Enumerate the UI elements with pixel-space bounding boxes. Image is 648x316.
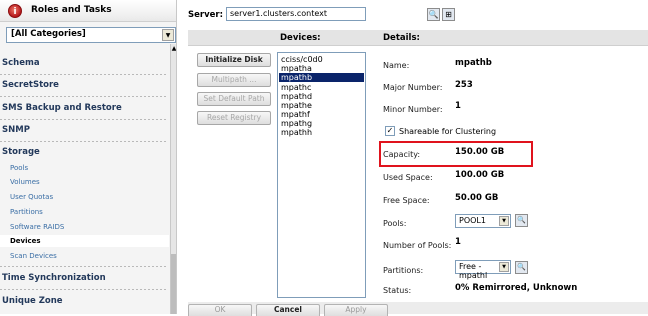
device-item[interactable]: cciss/c0d0	[281, 55, 323, 64]
device-item-selected[interactable]: mpathb	[279, 73, 364, 82]
pools-select[interactable]: POOL1 ▼	[455, 214, 511, 228]
search-icon[interactable]: 🔍	[515, 261, 528, 274]
nav-category-storage[interactable]: Storage	[0, 147, 170, 157]
nav-category-secretstore[interactable]: SecretStore	[0, 80, 170, 90]
used-space-value: 100.00 GB	[455, 170, 505, 180]
nav-divider	[0, 266, 168, 267]
nav-scrollbar[interactable]: ▲	[170, 44, 176, 314]
nav-category-sms[interactable]: SMS Backup and Restore	[0, 103, 170, 113]
nav-category-time-sync[interactable]: Time Synchronization	[0, 273, 170, 283]
nav-divider	[0, 119, 168, 120]
major-number-value: 253	[455, 80, 473, 90]
multipath-button[interactable]: Multipath ...	[197, 73, 271, 87]
device-item[interactable]: mpathe	[281, 101, 312, 110]
free-space-value: 50.00 GB	[455, 193, 499, 203]
pools-select-value: POOL1	[459, 216, 486, 225]
device-item[interactable]: mpathg	[281, 119, 312, 128]
device-item[interactable]: mpathd	[281, 92, 312, 101]
category-select-value: [All Categories]	[11, 29, 86, 39]
capacity-label: Capacity:	[383, 150, 421, 159]
pools-label: Pools:	[383, 219, 407, 228]
nav-item-scan-devices[interactable]: Scan Devices	[10, 252, 57, 260]
devices-list[interactable]: cciss/c0d0 mpatha mpathb mpathc mpathd m…	[277, 52, 366, 298]
server-input[interactable]: server1.clusters.context	[226, 7, 366, 21]
details-column-header: Details:	[383, 33, 420, 43]
initialize-disk-button[interactable]: Initialize Disk	[197, 53, 271, 67]
nav-category-unique-zone[interactable]: Unique Zone	[0, 296, 170, 306]
nav-item-software-raids[interactable]: Software RAIDS	[10, 223, 64, 231]
free-space-label: Free Space:	[383, 196, 430, 205]
roles-tasks-title: Roles and Tasks	[31, 5, 112, 15]
scroll-up-icon[interactable]: ▲	[171, 44, 176, 54]
nav-category-schema[interactable]: Schema	[0, 58, 170, 68]
name-label: Name:	[383, 61, 410, 70]
category-select[interactable]: [All Categories] ▼	[6, 27, 176, 43]
status-label: Status:	[383, 286, 412, 295]
search-icon[interactable]: 🔍	[515, 214, 528, 227]
shareable-checkbox[interactable]: ✓	[385, 126, 395, 136]
nav-item-devices[interactable]: Devices	[10, 237, 41, 245]
chevron-down-icon[interactable]: ▼	[162, 29, 174, 41]
nav-item-volumes[interactable]: Volumes	[10, 178, 40, 186]
number-of-pools-value: 1	[455, 237, 461, 247]
roles-tasks-panel: i Roles and Tasks [All Categories] ▼ Sch…	[0, 0, 177, 314]
major-number-label: Major Number:	[383, 83, 443, 92]
apply-button[interactable]: Apply	[324, 304, 388, 316]
minor-number-label: Minor Number:	[383, 105, 443, 114]
cancel-button[interactable]: Cancel	[256, 304, 320, 316]
partitions-label: Partitions:	[383, 266, 424, 275]
nav-item-partitions[interactable]: Partitions	[10, 208, 43, 216]
used-space-label: Used Space:	[383, 173, 433, 182]
search-icon[interactable]: 🔍	[427, 8, 440, 21]
devices-column-header: Devices:	[280, 33, 321, 43]
set-default-path-button[interactable]: Set Default Path	[197, 92, 271, 106]
scrollbar-thumb[interactable]	[171, 254, 176, 314]
roles-info-icon: i	[8, 4, 22, 18]
nav-divider	[0, 289, 168, 290]
chevron-down-icon[interactable]: ▼	[499, 262, 509, 272]
status-value: 0% Remirrored, Unknown	[455, 283, 578, 293]
nav-divider	[0, 141, 168, 142]
minor-number-value: 1	[455, 101, 461, 111]
name-value: mpathb	[455, 58, 492, 68]
tree-browse-icon[interactable]: ⊞	[442, 8, 455, 21]
nav-divider	[0, 96, 168, 97]
roles-tasks-header: i Roles and Tasks	[0, 0, 176, 22]
capacity-value[interactable]: 150.00 GB	[455, 147, 504, 157]
server-label: Server:	[188, 10, 223, 20]
number-of-pools-label: Number of Pools:	[383, 241, 452, 250]
chevron-down-icon[interactable]: ▼	[499, 216, 509, 226]
ok-button[interactable]: OK	[188, 304, 252, 316]
device-item[interactable]: mpathf	[281, 110, 310, 119]
nav-item-pools[interactable]: Pools	[10, 164, 28, 172]
device-item[interactable]: mpathc	[281, 83, 311, 92]
nav-item-user-quotas[interactable]: User Quotas	[10, 193, 53, 201]
partitions-select[interactable]: Free - mpathl ▼	[455, 260, 511, 280]
device-item[interactable]: mpatha	[281, 64, 312, 73]
reset-registry-button[interactable]: Reset Registry	[197, 111, 271, 125]
nav-divider	[0, 74, 168, 75]
shareable-label: Shareable for Clustering	[399, 127, 497, 136]
nav-category-snmp[interactable]: SNMP	[0, 125, 170, 135]
device-item[interactable]: mpathh	[281, 128, 312, 137]
